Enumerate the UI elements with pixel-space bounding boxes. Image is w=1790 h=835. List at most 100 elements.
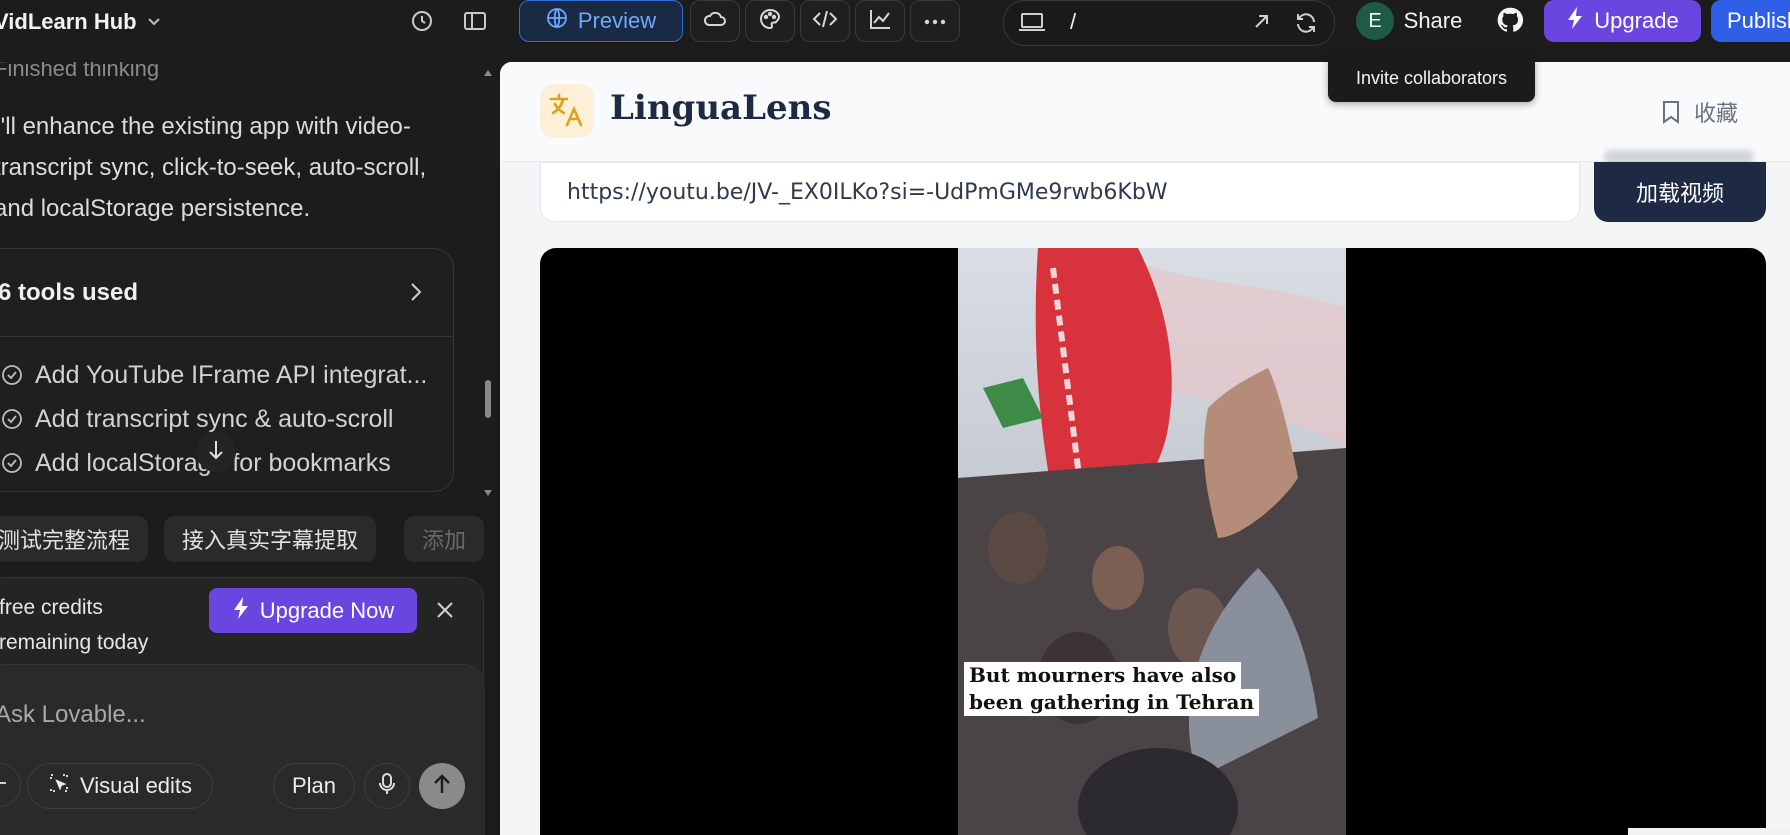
credits-text: free credits remaining today [0,590,148,660]
attach-button[interactable] [0,763,21,807]
palette-icon [758,7,782,36]
chat-history[interactable]: Finished thinking I'll enhance the exist… [0,62,486,492]
github-icon [1496,6,1524,39]
preview-label: Preview [577,8,657,33]
invite-tooltip: Invite collaborators [1328,55,1535,102]
bookmark-icon [1660,99,1684,125]
upgrade-now-button[interactable]: Upgrade Now [209,588,417,633]
device-icon[interactable] [1018,11,1048,35]
suggestion-chip[interactable]: 接入真实字幕提取 [164,516,377,562]
plus-icon [0,774,8,797]
more-icon [924,12,946,30]
video-subtitle: But mourners have also been gathering in… [964,662,1259,716]
load-video-label: 加载视频 [1635,181,1724,206]
mic-icon [378,772,396,801]
github-button[interactable] [1490,2,1530,42]
check-circle-icon [1,408,23,430]
chevron-down-icon [147,15,161,29]
cloud-icon [703,9,727,34]
app-header: LinguaLens 收藏 [500,62,1790,162]
visual-edits-label: Visual edits [79,773,193,798]
url-path[interactable]: / [1070,9,1076,35]
credits-line-1: free credits [0,596,103,619]
plan-label: Plan [291,773,337,798]
preview-button[interactable]: Preview [519,0,683,42]
share-button[interactable]: Share [1390,0,1476,42]
visual-edit-icon [48,772,70,800]
check-circle-icon [1,364,23,386]
top-bar: VidLearn Hub Preview / E Share Upgrade P… [0,0,1790,62]
check-circle-icon [1,452,23,474]
refresh-icon[interactable] [1294,11,1318,35]
avatar[interactable]: E [1356,2,1394,40]
code-icon [812,9,838,34]
bookmarks-button[interactable]: 收藏 [1660,96,1738,128]
upgrade-now-label: Upgrade Now [259,597,395,623]
publish-button[interactable]: Publish [1711,0,1790,42]
video-player[interactable]: But mourners have also been gathering in… [540,248,1766,835]
arrow-up-icon [432,773,452,800]
chat-panel: Finished thinking I'll enhance the exist… [0,62,498,835]
history-icon[interactable] [405,6,439,36]
arrow-down-icon [207,439,225,466]
suggestion-chip-label: 接入真实字幕提取 [182,528,359,553]
send-button[interactable] [419,763,465,809]
credits-banner: free credits remaining today Upgrade Now… [0,577,485,835]
scroll-to-bottom-button[interactable] [196,432,236,472]
assistant-message: I'll enhance the existing app with video… [0,113,427,222]
thinking-status[interactable]: Finished thinking [0,62,159,82]
chat-scrollbar-thumb[interactable] [485,380,491,418]
suggestion-chip[interactable]: 添加 [404,516,485,562]
app-window: VidLearn Hub Preview / E Share Upgrade P… [0,0,1790,835]
video-scene-image [958,248,1346,835]
chevron-right-icon [405,281,425,303]
publish-label: Publish [1727,8,1790,33]
close-icon[interactable] [435,600,455,620]
suggestion-chip-label: 测试完整流程 [0,528,131,553]
tools-header-label: 6 tools used [0,278,139,306]
external-link-icon[interactable] [1250,11,1274,35]
visual-edits-button[interactable]: Visual edits [27,763,213,809]
avatar-letter: E [1368,9,1382,32]
more-button[interactable] [910,0,960,42]
scroll-up-arrow-icon[interactable] [483,64,493,76]
lightning-icon [232,596,250,626]
chat-input[interactable]: Ask Lovable... [0,701,146,729]
sidebar-toggle-icon[interactable] [458,6,492,36]
preview-url-bar[interactable]: / [1003,0,1335,46]
project-switcher[interactable]: VidLearn Hub [0,8,161,36]
suggestion-chips: 测试完整流程 接入真实字幕提取 添加 [0,516,490,564]
upgrade-button[interactable]: Upgrade [1544,0,1701,42]
status-strip [1628,828,1790,835]
globe-icon [546,7,568,35]
translate-icon [540,84,594,138]
composer: Ask Lovable... Visual edits Plan [0,664,485,835]
chart-icon [868,8,892,35]
tools-header[interactable]: 6 tools used [0,249,453,337]
plan-button[interactable]: Plan [273,763,355,809]
tool-item: Add transcript sync & auto-scroll [1,399,393,439]
project-name: VidLearn Hub [0,9,137,34]
tool-item-label: Add YouTube IFrame API integrat... [35,360,428,389]
chat-scrollbar[interactable] [478,62,492,492]
suggestion-chip-label: 添加 [422,528,467,553]
tooltip-text: Invite collaborators [1355,68,1508,88]
video-url-value: https://youtu.be/JV-_EX0ILKo?si=-UdPmGMe… [567,179,1168,205]
video-frame[interactable]: But mourners have also been gathering in… [958,248,1346,835]
load-video-button[interactable]: 加载视频 [1594,162,1766,222]
lightning-icon [1566,6,1584,36]
preview-pane: LinguaLens 收藏 https://youtu.be/JV-_EX0IL… [500,62,1790,835]
subtitle-line-1: But mourners have also [964,662,1242,689]
tool-item: Add YouTube IFrame API integrat... [1,355,427,395]
code-button[interactable] [800,0,850,42]
credits-line-2: remaining today [0,631,149,654]
cloud-button[interactable] [690,0,740,42]
microphone-button[interactable] [364,763,410,809]
theme-button[interactable] [745,0,795,42]
scroll-down-arrow-icon[interactable] [483,484,493,496]
video-url-input[interactable]: https://youtu.be/JV-_EX0ILKo?si=-UdPmGMe… [540,162,1580,222]
share-label: Share [1403,8,1463,33]
analytics-button[interactable] [855,0,905,42]
app-title: LinguaLens [610,88,832,128]
suggestion-chip[interactable]: 测试完整流程 [0,516,149,562]
